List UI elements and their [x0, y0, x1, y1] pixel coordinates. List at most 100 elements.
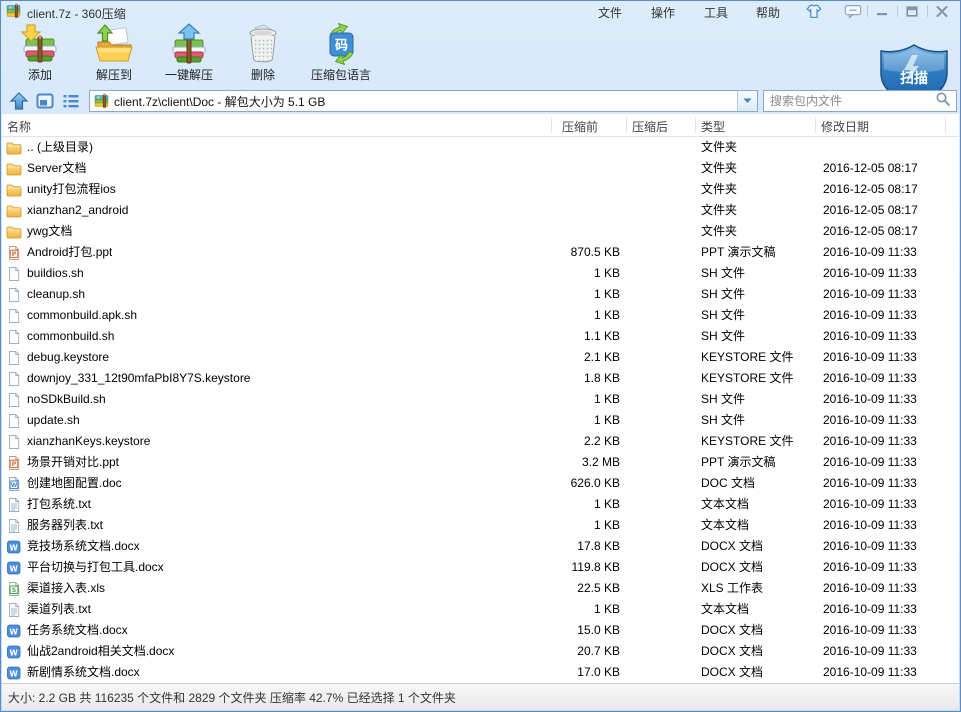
- file-type: DOCX 文档: [697, 620, 818, 641]
- file-type: XLS 工作表: [697, 578, 818, 599]
- add-button[interactable]: 添加: [9, 23, 71, 85]
- file-row[interactable]: ywg文档 文件夹 2016-12-05 08:17: [2, 221, 959, 242]
- file-date: 2016-10-09 11:33: [818, 452, 959, 473]
- file-type: SH 文件: [697, 410, 818, 431]
- file-row[interactable]: unity打包流程ios 文件夹 2016-12-05 08:17: [2, 179, 959, 200]
- file-row[interactable]: update.sh 1 KB SH 文件 2016-10-09 11:33: [2, 410, 959, 431]
- address-dropdown-button[interactable]: [737, 91, 757, 111]
- file-row[interactable]: S 渠道接入表.xls 22.5 KB XLS 工作表 2016-10-09 1…: [2, 578, 959, 599]
- file-row[interactable]: debug.keystore 2.1 KB KEYSTORE 文件 2016-1…: [2, 347, 959, 368]
- one-click-extract-button[interactable]: 一键解压: [153, 23, 225, 85]
- file-row[interactable]: W 任务系统文档.docx 15.0 KB DOCX 文档 2016-10-09…: [2, 620, 959, 641]
- file-row[interactable]: cleanup.sh 1 KB SH 文件 2016-10-09 11:33: [2, 284, 959, 305]
- folder-icon: [6, 140, 22, 156]
- file-row[interactable]: Server文档 文件夹 2016-12-05 08:17: [2, 158, 959, 179]
- column-header-type[interactable]: 类型: [701, 118, 725, 135]
- menu-help[interactable]: 帮助: [756, 4, 780, 21]
- menu-tools[interactable]: 工具: [704, 4, 728, 21]
- file-name: ywg文档: [27, 221, 72, 242]
- app-window: client.7z - 360压缩 文件 操作 工具 帮助: [0, 0, 961, 712]
- file-row[interactable]: 服务器列表.txt 1 KB 文本文档 2016-10-09 11:33: [2, 515, 959, 536]
- file-type: SH 文件: [697, 263, 818, 284]
- close-button[interactable]: [931, 3, 953, 19]
- search-input[interactable]: [764, 92, 935, 110]
- file-row[interactable]: W 新剧情系统文档.docx 17.0 KB DOCX 文档 2016-10-0…: [2, 662, 959, 683]
- menu-operation[interactable]: 操作: [651, 4, 675, 21]
- file-date: 2016-10-09 11:33: [818, 410, 959, 431]
- file-type: DOCX 文档: [697, 641, 818, 662]
- file-date: 2016-10-09 11:33: [818, 389, 959, 410]
- file-row[interactable]: commonbuild.apk.sh 1 KB SH 文件 2016-10-09…: [2, 305, 959, 326]
- file-date: 2016-10-09 11:33: [818, 494, 959, 515]
- file-row[interactable]: W 仙战2android相关文档.docx 20.7 KB DOCX 文档 20…: [2, 641, 959, 662]
- view-panel-button[interactable]: [34, 90, 56, 112]
- docx-icon: W: [6, 644, 22, 660]
- column-header-name[interactable]: 名称: [7, 118, 31, 135]
- txt-icon: [6, 518, 22, 534]
- file-size-after: [620, 137, 697, 158]
- file-name: update.sh: [27, 410, 80, 431]
- address-bar[interactable]: client.7z\client\Doc - 解包大小为 5.1 GB: [89, 90, 758, 112]
- scan-button-label: 扫描: [900, 70, 928, 87]
- feedback-button[interactable]: [842, 3, 864, 19]
- file-name: noSDkBuild.sh: [27, 389, 106, 410]
- skin-button[interactable]: [802, 3, 824, 19]
- delete-button[interactable]: 删除: [229, 23, 297, 85]
- minimize-button[interactable]: [871, 3, 893, 19]
- column-header-size-before[interactable]: 压缩前: [562, 118, 598, 135]
- file-row[interactable]: W 创建地图配置.doc 626.0 KB DOC 文档 2016-10-09 …: [2, 473, 959, 494]
- file-size-before: 22.5 KB: [552, 578, 620, 599]
- file-size-after: [620, 389, 697, 410]
- list-view-button[interactable]: [60, 90, 82, 112]
- file-size-before: [552, 158, 620, 179]
- close-icon: [936, 6, 948, 17]
- window-title: client.7z - 360压缩: [27, 5, 126, 22]
- tshirt-icon: [804, 4, 822, 19]
- file-size-before: 119.8 KB: [552, 557, 620, 578]
- file-row[interactable]: xianzhan2_android 文件夹 2016-12-05 08:17: [2, 200, 959, 221]
- file-date: 2016-10-09 11:33: [818, 599, 959, 620]
- menu-file[interactable]: 文件: [598, 4, 622, 21]
- file-size-after: [620, 242, 697, 263]
- file-row[interactable]: 打包系统.txt 1 KB 文本文档 2016-10-09 11:33: [2, 494, 959, 515]
- file-row[interactable]: P 场景开销对比.ppt 3.2 MB PPT 演示文稿 2016-10-09 …: [2, 452, 959, 473]
- file-name: unity打包流程ios: [27, 179, 116, 200]
- file-row[interactable]: buildios.sh 1 KB SH 文件 2016-10-09 11:33: [2, 263, 959, 284]
- file-date: 2016-10-09 11:33: [818, 431, 959, 452]
- file-size-before: 1.8 KB: [552, 368, 620, 389]
- file-size-before: [552, 200, 620, 221]
- file-name: xianzhan2_android: [27, 200, 128, 221]
- maximize-button[interactable]: [901, 3, 923, 19]
- file-row[interactable]: 渠道列表.txt 1 KB 文本文档 2016-10-09 11:33: [2, 599, 959, 620]
- file-size-after: [620, 473, 697, 494]
- file-type: 文件夹: [697, 200, 818, 221]
- file-date: 2016-12-05 08:17: [818, 179, 959, 200]
- file-row[interactable]: .. (上级目录) 文件夹: [2, 137, 959, 158]
- file-row[interactable]: W 竞技场系统文档.docx 17.8 KB DOCX 文档 2016-10-0…: [2, 536, 959, 557]
- file-type: KEYSTORE 文件: [697, 347, 818, 368]
- file-date: 2016-10-09 11:33: [818, 305, 959, 326]
- file-date: [818, 137, 959, 158]
- file-row[interactable]: xianzhanKeys.keystore 2.2 KB KEYSTORE 文件…: [2, 431, 959, 452]
- file-name: commonbuild.apk.sh: [27, 305, 137, 326]
- file-row[interactable]: commonbuild.sh 1.1 KB SH 文件 2016-10-09 1…: [2, 326, 959, 347]
- file-row[interactable]: W 平台切换与打包工具.docx 119.8 KB DOCX 文档 2016-1…: [2, 557, 959, 578]
- column-header-size-after[interactable]: 压缩后: [632, 118, 668, 135]
- file-row[interactable]: noSDkBuild.sh 1 KB SH 文件 2016-10-09 11:3…: [2, 389, 959, 410]
- file-size-before: 870.5 KB: [552, 242, 620, 263]
- list-view-icon: [61, 91, 81, 111]
- file-size-after: [620, 284, 697, 305]
- column-header-date[interactable]: 修改日期: [821, 118, 869, 135]
- file-size-before: 1 KB: [552, 599, 620, 620]
- file-type: 文件夹: [697, 158, 818, 179]
- archive-language-button[interactable]: 码 压缩包语言: [299, 23, 383, 85]
- file-row[interactable]: downjoy_331_12t90mfaPbI8Y7S.keystore 1.8…: [2, 368, 959, 389]
- up-button[interactable]: [8, 90, 30, 112]
- file-row[interactable]: P Android打包.ppt 870.5 KB PPT 演示文稿 2016-1…: [2, 242, 959, 263]
- extract-to-button[interactable]: 解压到: [81, 23, 147, 85]
- maximize-icon: [906, 6, 918, 17]
- file-date: 2016-10-09 11:33: [818, 347, 959, 368]
- file-date: 2016-10-09 11:33: [818, 515, 959, 536]
- file-size-after: [620, 221, 697, 242]
- search-icon[interactable]: [935, 91, 953, 112]
